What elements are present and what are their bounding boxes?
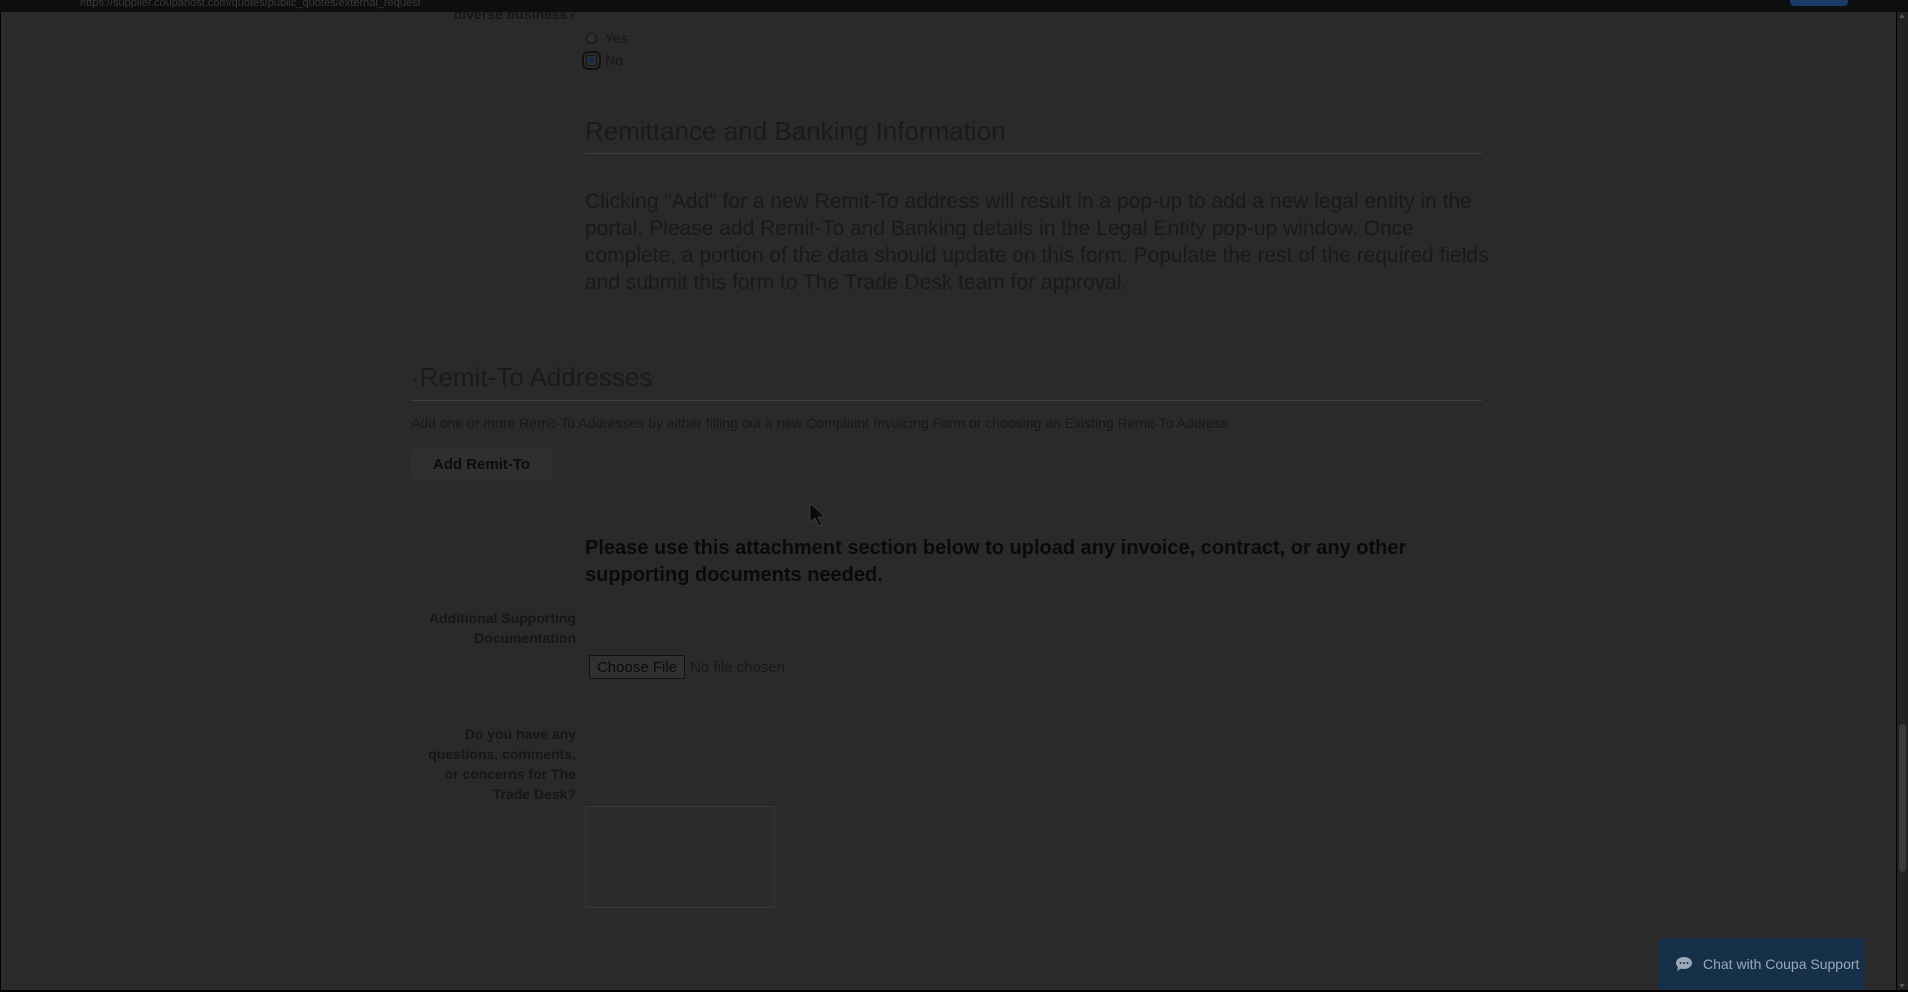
scroll-up-icon[interactable] [1899, 14, 1905, 18]
chat-bubble-icon [1676, 957, 1692, 971]
remittance-instructions: Clicking "Add" for a new Remit-To addres… [585, 190, 1489, 294]
remit-to-heading-row: ·Remit-To Addresses [411, 362, 652, 393]
questions-textarea[interactable] [585, 806, 775, 908]
page-scrollbar[interactable] [1897, 12, 1908, 990]
remit-to-heading: Remit-To Addresses [419, 362, 653, 392]
radio-no[interactable] [582, 50, 601, 70]
form-page: diverse business? Yes No Remittance and … [1, 12, 1896, 990]
attachment-instructions: Please use this attachment section below… [585, 537, 1407, 586]
scrollbar-thumb[interactable] [1899, 724, 1906, 872]
required-marker: · [411, 362, 420, 392]
scroll-down-icon[interactable] [1899, 984, 1905, 988]
browser-profile-button[interactable] [1790, 0, 1848, 6]
radio-option-yes[interactable]: Yes [586, 30, 628, 46]
radio-yes-label: Yes [605, 30, 628, 46]
remittance-divider [585, 153, 1482, 154]
address-bar[interactable]: https://supplier.coupahost.com/quotes/pu… [80, 0, 421, 9]
chat-support-label: Chat with Coupa Support [1703, 956, 1860, 972]
radio-option-no[interactable]: No [582, 50, 623, 70]
radio-no-label: No [605, 52, 623, 68]
questions-label: Do you have any questions, comments, or … [428, 726, 576, 802]
choose-file-button[interactable]: Choose File [589, 655, 685, 679]
remittance-heading: Remittance and Banking Information [585, 116, 1006, 146]
file-status: No file chosen [690, 659, 786, 676]
remit-to-divider [411, 400, 1482, 401]
attachment-label: Additional Supporting Documentation [429, 610, 576, 646]
radio-yes[interactable] [586, 32, 597, 44]
mouse-pointer-icon [809, 502, 827, 527]
add-remit-to-button[interactable]: Add Remit-To [411, 448, 552, 480]
chat-support-button[interactable]: Chat with Coupa Support [1659, 938, 1865, 990]
remit-to-description: Add one or more Remit-To Addresses by ei… [411, 415, 1232, 431]
browser-toolbar: https://supplier.coupahost.com/quotes/pu… [0, 0, 1908, 12]
diverse-business-label: diverse business? [453, 12, 576, 22]
